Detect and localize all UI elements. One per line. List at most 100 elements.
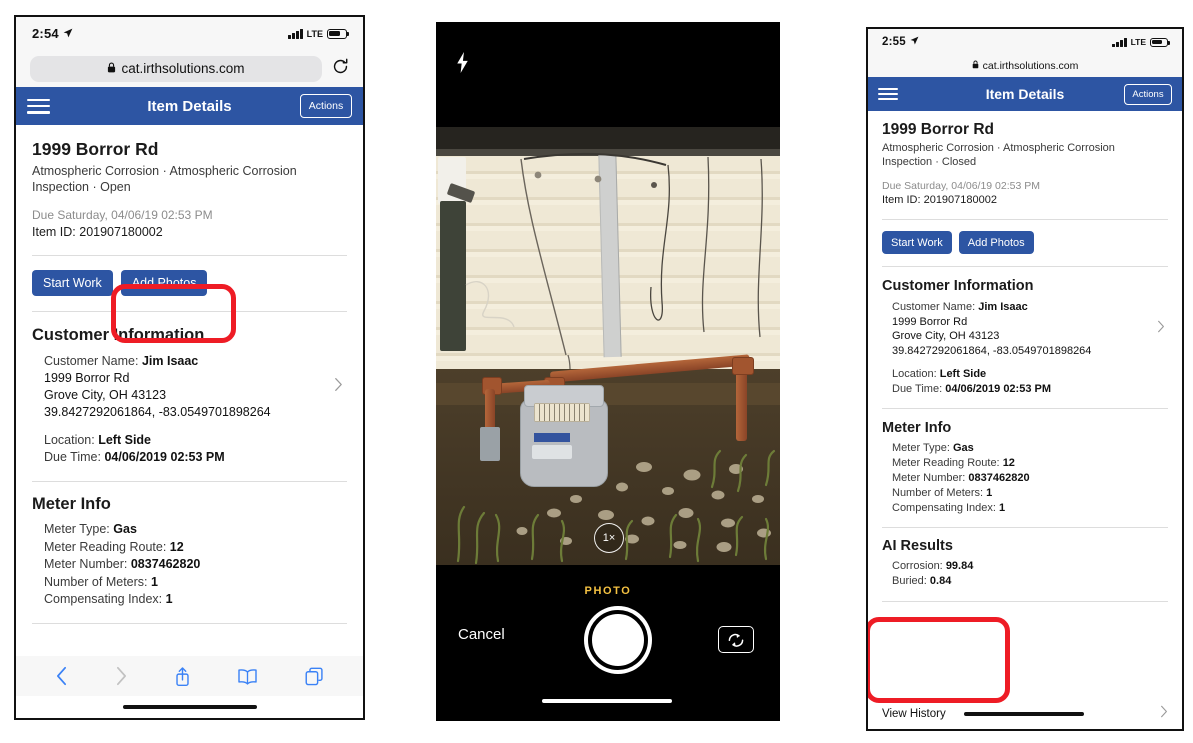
- meter-row: Number of Meters: 1: [892, 486, 1168, 501]
- actions-button[interactable]: Actions: [300, 94, 352, 118]
- action-button-row: Start Work Add Photos: [882, 231, 1168, 254]
- view-history-label: View History: [882, 708, 946, 720]
- meter-label: Meter Type:: [892, 442, 950, 454]
- meter-label-tag: [534, 433, 570, 442]
- meter-value: 12: [1002, 457, 1015, 469]
- actions-button[interactable]: Actions: [1124, 83, 1172, 105]
- signal-bars-icon: [1112, 37, 1127, 47]
- meter-value: 0837462820: [968, 472, 1030, 484]
- customer-due-time-value: 04/06/2019 02:53 PM: [104, 450, 225, 464]
- start-work-button[interactable]: Start Work: [882, 231, 952, 254]
- url-text: cat.irthsolutions.com: [121, 61, 245, 76]
- customer-coordinates: 39.8427292061864, -83.0549701898264: [44, 405, 271, 419]
- customer-location-label: Location:: [44, 433, 95, 447]
- status-bar: 2:54 LTE: [16, 17, 363, 50]
- meter-label: Compensating Index:: [892, 502, 996, 514]
- status-time: 2:55: [882, 36, 906, 48]
- item-id-value: 201907180002: [923, 194, 997, 206]
- item-id-label: Item ID:: [882, 194, 921, 206]
- start-work-button[interactable]: Start Work: [32, 270, 113, 296]
- item-id-row: Item ID: 201907180002: [882, 194, 1168, 206]
- ai-result-row: Buried: 0.84: [892, 574, 1168, 589]
- back-chevron-icon[interactable]: [55, 666, 68, 686]
- camera-view: 1× PHOTO Cancel: [436, 22, 780, 721]
- customer-address-row[interactable]: Customer Name: Jim Isaac 1999 Borror Rd …: [32, 353, 347, 421]
- status-bar: 2:55 LTE: [868, 29, 1182, 55]
- view-history-row[interactable]: View History: [868, 699, 1182, 729]
- customer-extra: Location: Left Side Due Time: 04/06/2019…: [32, 432, 347, 466]
- meter-info-list: Meter Type: Gas Meter Reading Route: 12 …: [32, 521, 347, 609]
- item-details-content: 1999 Borror Rd Atmospheric Corrosion · A…: [16, 125, 363, 656]
- add-photos-button[interactable]: Add Photos: [958, 231, 1034, 254]
- meter-label: Meter Reading Route:: [892, 457, 1000, 469]
- item-details-content: 1999 Borror Rd Atmospheric Corrosion · A…: [868, 111, 1182, 699]
- hamburger-menu-icon[interactable]: [878, 87, 898, 101]
- camera-mode-label[interactable]: PHOTO: [436, 585, 780, 597]
- customer-due-time-row: Due Time: 04/06/2019 02:53 PM: [892, 382, 1168, 397]
- ai-results-heading: AI Results: [882, 538, 953, 554]
- reload-icon[interactable]: [332, 58, 349, 80]
- battery-icon: [327, 28, 350, 39]
- status-time-group: 2:55: [882, 36, 919, 48]
- status-indicators: LTE: [288, 28, 350, 39]
- camera-photo-preview: 1×: [436, 127, 780, 565]
- url-field[interactable]: cat.irthsolutions.com: [30, 55, 322, 82]
- browser-url-bar: cat.irthsolutions.com: [868, 55, 1182, 77]
- customer-name-value: Jim Isaac: [978, 301, 1028, 313]
- customer-location-label: Location:: [892, 368, 937, 380]
- forward-chevron-icon: [115, 666, 128, 686]
- divider: [882, 527, 1168, 528]
- meter-value: Gas: [952, 442, 974, 454]
- cancel-button[interactable]: Cancel: [458, 626, 505, 643]
- home-indicator[interactable]: [542, 698, 672, 703]
- share-icon[interactable]: [174, 666, 191, 687]
- carrier-label: LTE: [1130, 37, 1146, 47]
- customer-due-time-row: Due Time: 04/06/2019 02:53 PM: [44, 449, 347, 466]
- divider: [882, 601, 1168, 602]
- customer-location-value: Left Side: [939, 368, 987, 380]
- status-time: 2:54: [32, 26, 59, 41]
- customer-due-time-value: 04/06/2019 02:53 PM: [945, 382, 1052, 395]
- customer-information-heading: Customer Information: [882, 278, 1034, 294]
- item-id-label: Item ID:: [32, 225, 76, 239]
- status-time-group: 2:54: [32, 26, 73, 41]
- camera-flip-icon[interactable]: [718, 626, 754, 653]
- ai-result-label: Buried:: [892, 575, 927, 587]
- screenshot-stage: 2:54 LTE cat.irthsolutions.com Item Deta…: [0, 0, 1193, 743]
- meter-label: Number of Meters:: [44, 574, 148, 589]
- bookmarks-icon[interactable]: [237, 668, 258, 685]
- chevron-right-icon: [1154, 320, 1168, 338]
- browser-url-bar: cat.irthsolutions.com: [16, 50, 363, 87]
- divider: [32, 311, 347, 312]
- ai-result-row: Corrosion: 99.84: [892, 559, 1168, 574]
- phone-screenshot-right: 2:55 LTE cat.irthsolutions.com Item Deta…: [866, 27, 1184, 731]
- meter-row: Number of Meters: 1: [44, 574, 347, 592]
- item-id-value: 201907180002: [79, 225, 163, 239]
- item-address: 1999 Borror Rd: [32, 139, 159, 159]
- home-indicator[interactable]: [122, 704, 257, 709]
- url-field[interactable]: cat.irthsolutions.com: [972, 60, 1078, 72]
- meter-label: Meter Reading Route:: [44, 539, 167, 554]
- customer-address-row[interactable]: Customer Name: Jim Isaac 1999 Borror Rd …: [882, 300, 1168, 358]
- camera-zoom-button[interactable]: 1×: [594, 523, 624, 553]
- add-photos-button[interactable]: Add Photos: [120, 270, 208, 296]
- tabs-icon[interactable]: [305, 667, 324, 686]
- browser-toolbar: [16, 656, 363, 696]
- customer-due-time-label: Due Time:: [44, 450, 101, 464]
- item-due: Due Saturday, 04/06/19 02:53 PM: [882, 180, 1040, 192]
- ai-result-value: 0.84: [929, 575, 952, 587]
- customer-due-time-label: Due Time:: [892, 382, 943, 395]
- shutter-button[interactable]: [588, 610, 648, 670]
- divider: [882, 219, 1168, 220]
- home-indicator[interactable]: [963, 712, 1084, 716]
- hamburger-menu-icon[interactable]: [27, 98, 50, 114]
- regulator: [480, 427, 500, 461]
- meter-dial-register: [534, 403, 590, 422]
- action-button-row: Start Work Add Photos: [32, 270, 347, 296]
- customer-street: 1999 Borror Rd: [892, 315, 968, 328]
- meter-label: Meter Number:: [44, 557, 128, 571]
- item-address: 1999 Borror Rd: [882, 121, 994, 138]
- flash-icon[interactable]: [456, 52, 469, 78]
- meter-row: Meter Reading Route: 12: [892, 456, 1168, 471]
- app-nav-bar: Item Details Actions: [16, 87, 363, 125]
